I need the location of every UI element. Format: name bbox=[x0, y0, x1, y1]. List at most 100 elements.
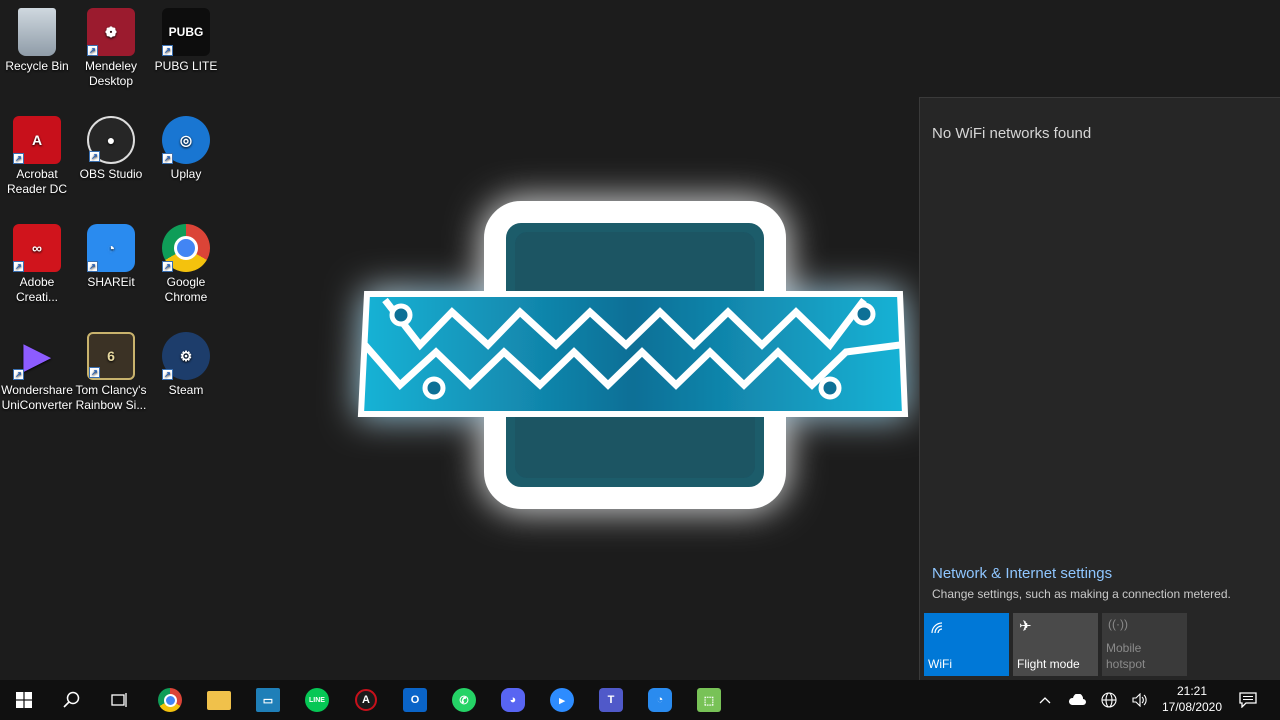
uniconverter-icon: ▶ ↗ bbox=[13, 332, 61, 380]
taskbar-app-teams[interactable]: T bbox=[587, 680, 635, 720]
discord-icon: ◕ bbox=[501, 688, 525, 712]
desktop-icon-recycle-bin[interactable]: Recycle Bin bbox=[0, 8, 74, 74]
taskbar-app-file-explorer[interactable] bbox=[195, 680, 243, 720]
steam-icon: ⚙ ↗ bbox=[162, 332, 210, 380]
shortcut-arrow-icon: ↗ bbox=[162, 261, 173, 272]
chrome-icon: ↗ bbox=[162, 224, 210, 272]
clock-date: 17/08/2020 bbox=[1161, 700, 1223, 714]
desktop-icon-label: Adobe Creati... bbox=[15, 275, 58, 304]
shortcut-arrow-icon: ↗ bbox=[89, 151, 100, 162]
notification-icon bbox=[1239, 692, 1257, 708]
chevron-up-icon bbox=[1039, 697, 1051, 704]
onedrive-tray-button[interactable] bbox=[1066, 680, 1088, 720]
taskbar-app-a[interactable]: A bbox=[342, 680, 390, 720]
adobe-cc-icon: ∞ ↗ bbox=[13, 224, 61, 272]
folder-icon bbox=[207, 690, 231, 710]
task-view-icon bbox=[111, 693, 127, 707]
shortcut-arrow-icon: ↗ bbox=[13, 153, 24, 164]
shortcut-arrow-icon: ↗ bbox=[13, 261, 24, 272]
desktop-icon-uplay[interactable]: ◎ ↗ Uplay bbox=[149, 116, 223, 182]
network-settings-description: Change settings, such as making a connec… bbox=[932, 587, 1231, 601]
shortcut-arrow-icon: ↗ bbox=[89, 367, 100, 378]
desktop-icon-pubg-lite[interactable]: PUBG ↗ PUBG LITE bbox=[149, 8, 223, 74]
line-icon: LINE bbox=[305, 688, 329, 712]
desktop-icon-steam[interactable]: ⚙ ↗ Steam bbox=[149, 332, 223, 398]
cloud-icon bbox=[1069, 694, 1086, 705]
show-hidden-icons-button[interactable] bbox=[1034, 680, 1056, 720]
whatsapp-icon: ✆ bbox=[452, 688, 476, 712]
chrome-icon bbox=[158, 688, 182, 712]
taskbar-app-shareit[interactable]: ◔ bbox=[636, 680, 684, 720]
taskbar-app-android[interactable]: ⬚ bbox=[685, 680, 733, 720]
desktop-icon-label: Wondershare UniConverter bbox=[1, 383, 73, 412]
network-tray-button[interactable] bbox=[1098, 680, 1120, 720]
shortcut-arrow-icon: ↗ bbox=[87, 261, 98, 272]
desktop-icon-label: Acrobat Reader DC bbox=[6, 167, 68, 196]
globe-icon bbox=[1101, 692, 1117, 708]
start-button[interactable] bbox=[0, 680, 48, 720]
desktop-icon-label: Recycle Bin bbox=[5, 59, 69, 73]
desktop-icon-uniconverter[interactable]: ▶ ↗ Wondershare UniConverter bbox=[0, 332, 74, 413]
taskbar-app-zoom[interactable]: ▸ bbox=[538, 680, 586, 720]
rainbow-six-icon: 6 ↗ bbox=[87, 332, 135, 380]
wifi-tile-label: WiFi bbox=[928, 657, 952, 671]
hotspot-icon: ((·)) bbox=[1108, 617, 1128, 631]
taskbar-app-discord[interactable]: ◕ bbox=[489, 680, 537, 720]
desktop-icon-label: Uplay bbox=[170, 167, 202, 181]
taskbar-app-whatsapp[interactable]: ✆ bbox=[440, 680, 488, 720]
taskbar-clock[interactable]: 21:21 17/08/2020 bbox=[1156, 683, 1228, 715]
obs-icon: ● ↗ bbox=[87, 116, 135, 164]
desktop-icon-obs[interactable]: ● ↗ OBS Studio bbox=[74, 116, 148, 182]
desktop-icon-acrobat[interactable]: A ↗ Acrobat Reader DC bbox=[0, 116, 74, 197]
desktop-icon-adobe-cc[interactable]: ∞ ↗ Adobe Creati... bbox=[0, 224, 74, 305]
desktop-icon-label: OBS Studio bbox=[79, 167, 143, 181]
wifi-icon bbox=[931, 622, 943, 634]
desktop-icon-label: SHAREit bbox=[87, 275, 135, 289]
shareit-icon: ◔ bbox=[648, 688, 672, 712]
desktop-icon-rainbow-six[interactable]: 6 ↗ Tom Clancy's Rainbow Si... bbox=[74, 332, 148, 413]
flight-mode-tile[interactable]: ✈ Flight mode bbox=[1013, 613, 1098, 676]
taskbar-app-chrome[interactable] bbox=[146, 680, 194, 720]
mobile-hotspot-tile-label: Mobile hotspot bbox=[1106, 641, 1146, 671]
desktop-icon-mendeley[interactable]: ❁ ↗ Mendeley Desktop bbox=[74, 8, 148, 89]
desktop-icon-shareit[interactable]: ◔ ↗ SHAREit bbox=[74, 224, 148, 290]
windows-icon bbox=[16, 692, 32, 708]
teams-icon: T bbox=[599, 688, 623, 712]
desktop-icon-label: Steam bbox=[168, 383, 204, 397]
desktop-icon-label: Tom Clancy's Rainbow Si... bbox=[75, 383, 147, 412]
monitor-icon: ▭ bbox=[256, 688, 280, 712]
network-status-text: No WiFi networks found bbox=[932, 125, 1092, 142]
taskbar-app-line[interactable]: LINE bbox=[293, 680, 341, 720]
android-icon: ⬚ bbox=[697, 688, 721, 712]
shortcut-arrow-icon: ↗ bbox=[87, 45, 98, 56]
uplay-icon: ◎ ↗ bbox=[162, 116, 210, 164]
task-view-button[interactable] bbox=[96, 680, 144, 720]
network-flyout: No WiFi networks found Network & Interne… bbox=[919, 97, 1280, 680]
pubg-lite-icon: PUBG ↗ bbox=[162, 8, 210, 56]
taskbar-app-outlook[interactable]: O bbox=[391, 680, 439, 720]
shortcut-arrow-icon: ↗ bbox=[162, 153, 173, 164]
mobile-hotspot-tile[interactable]: ((·)) Mobile hotspot bbox=[1102, 613, 1187, 676]
speaker-icon bbox=[1132, 693, 1147, 707]
volume-tray-button[interactable] bbox=[1129, 680, 1151, 720]
desktop-icon-label: PUBG LITE bbox=[154, 59, 218, 73]
wifi-toggle-tile[interactable]: WiFi bbox=[924, 613, 1009, 676]
recycle-bin-icon bbox=[18, 8, 56, 56]
desktop-icon-label: Mendeley Desktop bbox=[84, 59, 138, 88]
airplane-icon: ✈ bbox=[1019, 618, 1032, 635]
desktop-icon-label: Google Chrome bbox=[164, 275, 208, 304]
desktop-icon-chrome[interactable]: ↗ Google Chrome bbox=[149, 224, 223, 305]
shortcut-arrow-icon: ↗ bbox=[13, 369, 24, 380]
acrobat-icon: A ↗ bbox=[13, 116, 61, 164]
shortcut-arrow-icon: ↗ bbox=[162, 45, 173, 56]
taskbar: ▭ LINE A O ✆ ◕ ▸ T ◔ ⬚ 21:21 17/08/2020 bbox=[0, 680, 1280, 720]
flight-mode-tile-label: Flight mode bbox=[1017, 657, 1080, 671]
taskbar-app-screen[interactable]: ▭ bbox=[244, 680, 292, 720]
network-settings-link[interactable]: Network & Internet settings bbox=[932, 565, 1112, 582]
search-button[interactable] bbox=[48, 680, 96, 720]
shareit-icon: ◔ ↗ bbox=[87, 224, 135, 272]
outlook-icon: O bbox=[403, 688, 427, 712]
zoom-icon: ▸ bbox=[550, 688, 574, 712]
shortcut-arrow-icon: ↗ bbox=[162, 369, 173, 380]
action-center-button[interactable] bbox=[1234, 680, 1262, 720]
